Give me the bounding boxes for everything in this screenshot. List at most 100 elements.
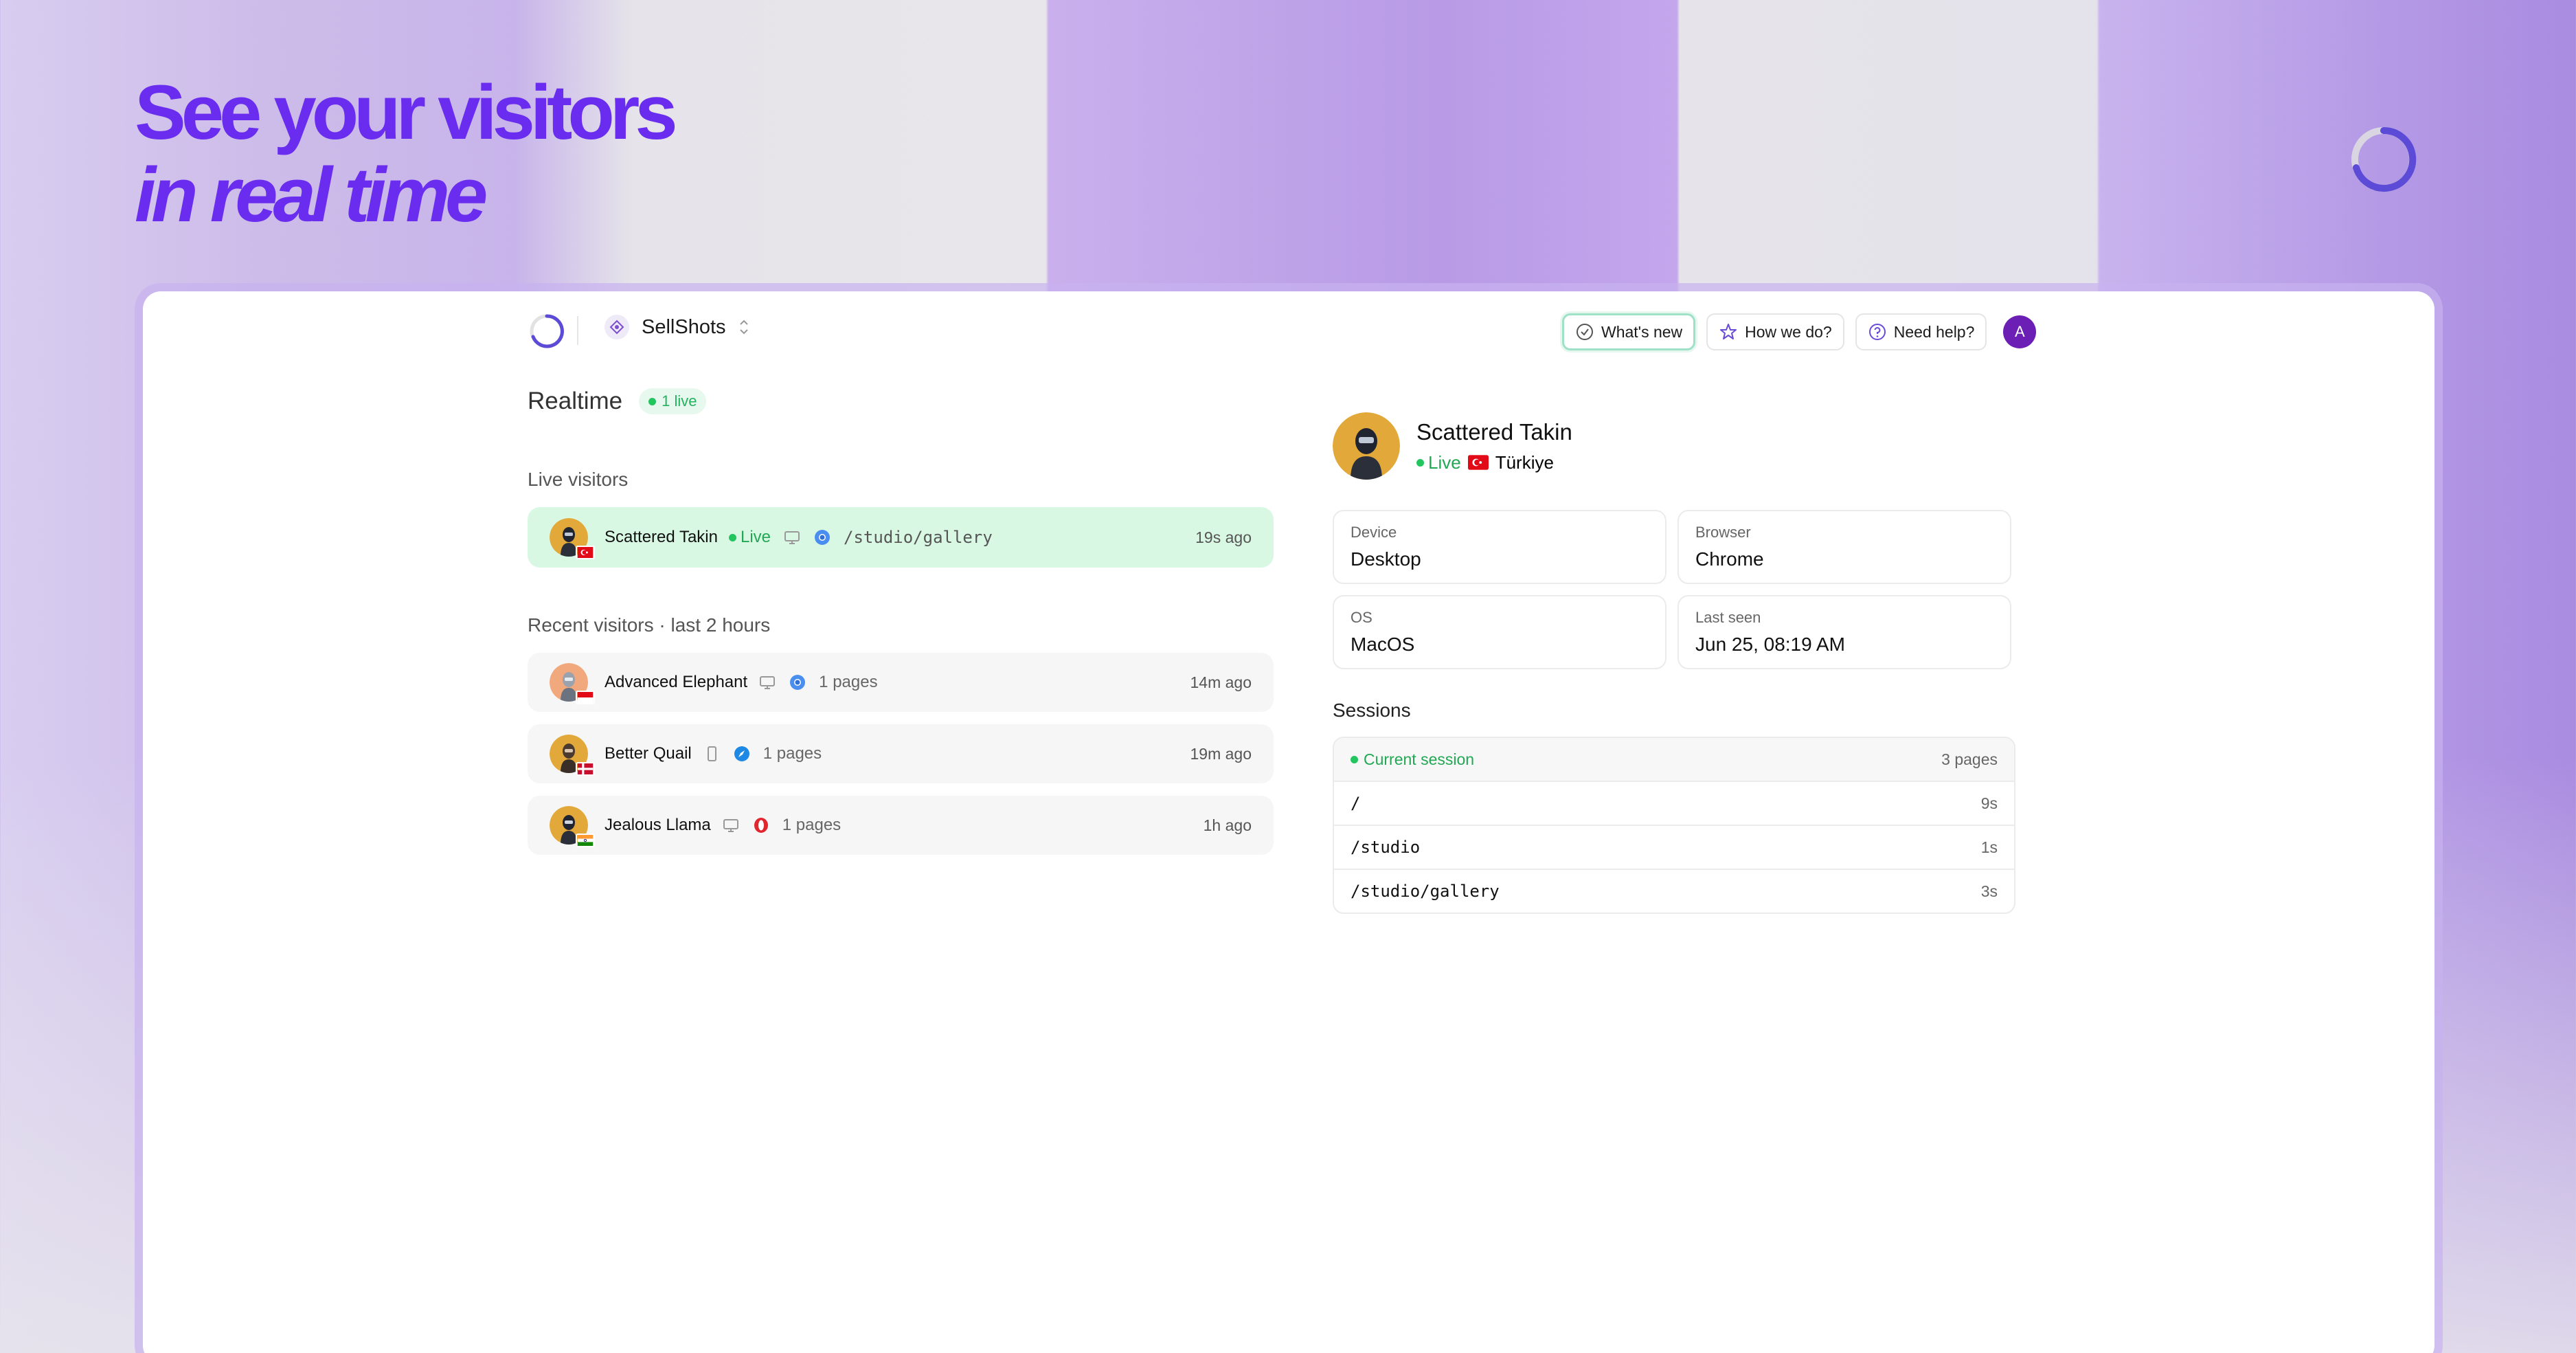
visitor-detail-column: Scattered Takin Live Türkiye Device Desk… (1333, 412, 2015, 914)
visitor-last-seen: 19m ago (1190, 744, 1252, 763)
visitor-info-cards: Device Desktop Browser Chrome OS MacOS L… (1333, 510, 2015, 669)
session-page-duration: 9s (1980, 794, 1998, 812)
visitor-avatar (550, 663, 595, 704)
loading-spinner-icon (2351, 126, 2417, 192)
current-session-header[interactable]: Current session 3 pages (1334, 738, 2014, 781)
visitor-avatar (550, 735, 595, 776)
visitor-last-seen: 19s ago (1195, 528, 1252, 546)
chevron-up-down-icon (738, 318, 749, 336)
visitor-name: Better Quail (605, 744, 692, 763)
last-seen-card: Last seen Jun 25, 08:19 AM (1677, 595, 2011, 669)
live-dot-icon (729, 533, 736, 541)
card-value: Chrome (1695, 548, 1764, 570)
help-circle-icon (1868, 324, 1886, 340)
visitor-current-path: /studio/gallery (844, 528, 993, 547)
live-status: Live (1416, 452, 1461, 473)
live-dot-icon (1351, 755, 1358, 763)
card-value: Desktop (1351, 548, 1421, 570)
sessions-title: Sessions (1333, 700, 1411, 721)
live-status: Live (729, 528, 771, 547)
visitor-name: Advanced Elephant (605, 673, 748, 691)
session-page-row[interactable]: /studio/gallery 3s (1334, 869, 2014, 913)
browser-card: Browser Chrome (1677, 510, 2011, 584)
session-page-path: / (1351, 794, 1361, 813)
check-circle-icon (1577, 324, 1593, 340)
device-card: Device Desktop (1333, 510, 1667, 584)
card-label: Browser (1695, 524, 1751, 541)
realtime-column: Realtime 1 live Live visitors Scattered … (528, 388, 1274, 855)
how-we-do-button[interactable]: How we do? (1706, 313, 1844, 350)
flag-turkey-icon (1467, 455, 1489, 470)
session-page-duration: 3s (1980, 882, 1998, 900)
whats-new-label: What's new (1601, 322, 1683, 341)
visitor-detail-name: Scattered Takin (1416, 418, 1572, 445)
safari-icon (733, 745, 751, 763)
visitor-page-count: 1 pages (762, 744, 822, 763)
flag-turkey-icon (576, 546, 595, 559)
topbar-actions: What's new How we do? Need help? A (1562, 313, 2037, 350)
session-page-row[interactable]: /studio 1s (1334, 825, 2014, 869)
live-status-text: Live (741, 528, 771, 546)
visitor-page-count: 1 pages (819, 673, 878, 691)
live-status-text: Live (1428, 451, 1461, 473)
live-visitors-label: Live visitors (528, 469, 629, 490)
realtime-header: Realtime 1 live (528, 388, 1274, 415)
flag-india-icon (576, 834, 595, 847)
flag-denmark-icon (576, 762, 595, 776)
current-session-label: Current session (1351, 750, 1474, 769)
desktop-icon (758, 673, 776, 691)
sessions-table: Current session 3 pages / 9s /studio 1s … (1333, 737, 2015, 914)
desktop-icon (722, 816, 740, 834)
visitor-last-seen: 14m ago (1190, 673, 1252, 691)
project-switcher[interactable]: SellShots (605, 315, 749, 339)
need-help-button[interactable]: Need help? (1855, 313, 1987, 350)
card-label: OS (1351, 609, 1372, 626)
card-label: Last seen (1695, 609, 1761, 626)
opera-icon (752, 816, 770, 834)
session-page-path: /studio/gallery (1351, 882, 1500, 901)
card-value: MacOS (1351, 634, 1415, 655)
mobile-icon (703, 745, 721, 763)
session-page-count: 3 pages (1941, 750, 1998, 768)
flag-indonesia-icon (576, 691, 595, 704)
live-dot-icon (648, 397, 657, 405)
app-logo-icon (530, 314, 564, 348)
visitor-country: Türkiye (1495, 451, 1554, 473)
hero-headline: See your visitors in real time (135, 69, 678, 238)
current-session-text: Current session (1364, 750, 1475, 768)
visitor-name: Jealous Llama (605, 816, 711, 834)
card-value: Jun 25, 08:19 AM (1695, 634, 1845, 655)
card-label: Device (1351, 524, 1397, 541)
session-page-duration: 1s (1980, 838, 1998, 856)
live-count-text: 1 live (662, 392, 697, 410)
topbar-divider (577, 316, 578, 345)
chrome-icon (789, 673, 806, 691)
visitor-detail-status: Live Türkiye (1416, 452, 1572, 473)
live-visitor-row[interactable]: Scattered Takin Live /studio/gallery 19s… (528, 507, 1274, 568)
desktop-icon (783, 528, 801, 546)
os-card: OS MacOS (1333, 595, 1667, 669)
hero-line-2: in real time (135, 152, 488, 238)
visitor-name: Scattered Takin (605, 528, 718, 546)
realtime-title: Realtime (528, 388, 623, 414)
hero-line-1: See your visitors (135, 69, 678, 155)
visitor-profile: Scattered Takin Live Türkiye (1333, 412, 2015, 480)
visitor-page-count: 1 pages (782, 816, 841, 834)
need-help-label: Need help? (1893, 322, 1975, 341)
star-icon (1720, 324, 1737, 339)
recent-visitors-label: Recent visitors · last 2 hours (528, 614, 771, 636)
visitor-avatar (550, 806, 595, 847)
chrome-icon (813, 528, 831, 546)
session-page-path: /studio (1351, 838, 1421, 857)
live-dot-icon (1416, 458, 1424, 467)
whats-new-button[interactable]: What's new (1562, 313, 1696, 350)
recent-visitor-row[interactable]: Advanced Elephant 1 pages 14m ago (528, 653, 1274, 712)
visitor-avatar (550, 518, 595, 559)
live-count-badge: 1 live (639, 388, 707, 414)
user-avatar[interactable]: A (2003, 315, 2037, 348)
session-page-row[interactable]: / 9s (1334, 781, 2014, 825)
visitor-last-seen: 1h ago (1203, 816, 1252, 834)
visitor-avatar-large-icon (1333, 412, 1400, 480)
recent-visitor-row[interactable]: Better Quail 1 pages 19m ago (528, 724, 1274, 783)
recent-visitor-row[interactable]: Jealous Llama 1 pages 1h ago (528, 796, 1274, 855)
